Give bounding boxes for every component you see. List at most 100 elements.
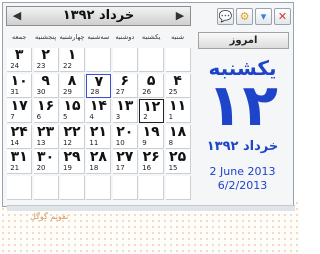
chat-bubble-icon[interactable]: 💬: [217, 8, 234, 25]
gregorian-day-number: 28: [90, 87, 100, 96]
persian-day-number: ۴: [173, 72, 182, 89]
persian-day-number: ۲۳: [37, 123, 55, 140]
calendar-day-cell[interactable]: [165, 175, 191, 200]
persian-day-number: ۶: [120, 72, 130, 89]
persian-day-number: ۱۴: [89, 98, 107, 114]
calendar-day-cell[interactable]: ۱۴ 4: [86, 98, 112, 123]
next-month-arrow-icon[interactable]: ▶: [173, 9, 187, 23]
persian-day-number: ۵: [146, 72, 156, 89]
calendar-day-cell[interactable]: ۲۱ 11: [86, 123, 112, 149]
calendar-week-row: ۱۸ 8 ۱۹ 9 ۲۰ 10 ۲۱ 11 ۲۲ 12 ۲۳ 13 ۲۴ 14: [6, 123, 191, 150]
persian-day-number: ۱۱: [169, 98, 187, 114]
chevron-down-icon[interactable]: ▾: [255, 8, 272, 25]
calendar-day-cell[interactable]: ۱۲ 2: [139, 99, 165, 123]
weekday-label: شنبه: [171, 33, 185, 41]
calendar-day-cell[interactable]: ۱۶ 6: [33, 99, 59, 123]
calendar-day-cell[interactable]: ۳ 24: [7, 47, 33, 72]
weekday-label: سه‌شنبه: [87, 33, 110, 41]
calendar-day-cell[interactable]: ۲۶ 16: [139, 150, 165, 174]
background-text: تقویم گوگل: [30, 212, 69, 221]
calendar-day-cell[interactable]: [33, 175, 59, 200]
calendar-day-cell[interactable]: ۲۵ 15: [165, 150, 191, 174]
today-month-year: خرداد ۱۳۹۲: [206, 139, 279, 154]
calendar-day-cell[interactable]: ۹ 30: [33, 73, 59, 98]
persian-day-number: ۲۱: [89, 123, 107, 140]
calendar-day-cell[interactable]: ۱۸ 8: [165, 123, 191, 149]
gregorian-day-number: 4: [89, 113, 94, 121]
weekday-label: دوشنبه: [115, 33, 135, 41]
close-icon[interactable]: ✕: [274, 8, 291, 25]
persian-day-number: ۲۰: [116, 123, 134, 140]
gregorian-day-number: 26: [142, 87, 152, 96]
month-title: خرداد ۱۳۹۲: [62, 8, 135, 23]
calendar-day-cell[interactable]: [139, 48, 165, 72]
gregorian-date: 2 June 2013: [209, 165, 276, 178]
calendar-day-cell[interactable]: ۲۲ 12: [60, 123, 85, 149]
persian-day-number: ۲۸: [89, 149, 107, 165]
calendar-day-cell[interactable]: ۳۱ 21: [7, 150, 33, 174]
persian-day-number: ۲۷: [116, 149, 134, 165]
gregorian-day-number: 15: [168, 164, 178, 172]
calendar-day-cell[interactable]: ۲ 23: [33, 48, 59, 72]
calendar-day-cell[interactable]: ۱۱ 1: [165, 98, 191, 123]
calendar-day-cell[interactable]: ۳۰ 20: [33, 150, 59, 174]
gregorian-day-number: 6: [36, 113, 42, 121]
gregorian-day-number: 14: [10, 138, 20, 147]
calendar-day-cell[interactable]: [7, 175, 33, 200]
gregorian-day-number: 18: [89, 164, 99, 172]
persian-day-number: ۱۵: [63, 98, 81, 114]
calendar-day-cell[interactable]: [165, 48, 191, 72]
calendar-day-cell[interactable]: ۱ 22: [60, 48, 85, 72]
gregorian-day-number: 1: [168, 113, 174, 121]
calendar-day-cell[interactable]: ۱۵ 5: [60, 99, 85, 123]
calendar-day-cell[interactable]: [86, 48, 112, 72]
calendar-day-cell[interactable]: ۱۳ 3: [112, 98, 138, 123]
calendar-day-cell[interactable]: ۸ 29: [60, 73, 85, 98]
calendar-day-cell[interactable]: ۶ 27: [112, 72, 138, 98]
persian-day-number: ۲۲: [63, 123, 81, 140]
gregorian-day-number: 3: [115, 113, 121, 121]
gregorian-day-number: 5: [63, 113, 68, 121]
gregorian-day-number: 29: [63, 87, 72, 96]
calendar-day-cell[interactable]: ۱۷ 7: [7, 98, 33, 123]
gregorian-day-number: 31: [10, 87, 20, 96]
gear-icon[interactable]: ⚙: [236, 8, 253, 25]
persian-day-number: ۱۹: [142, 123, 160, 140]
calendar-day-cell[interactable]: ۲۴ 14: [7, 123, 33, 149]
gregorian-day-number: 23: [36, 62, 46, 70]
calendar-day-cell[interactable]: ۲۷ 17: [112, 149, 138, 174]
calendar-day-cell[interactable]: ۱۹ 9: [139, 123, 165, 149]
calendar-day-cell[interactable]: [139, 175, 165, 200]
persian-day-number: ۱۸: [169, 123, 187, 140]
weekday-label: چهارشنبه: [59, 33, 85, 41]
calendar-day-cell[interactable]: ۲۰ 10: [112, 123, 138, 149]
calendar-day-cell[interactable]: ۷ 28: [86, 73, 112, 98]
calendar-day-cell[interactable]: ۲۳ 13: [33, 123, 59, 149]
today-button[interactable]: امروز: [198, 32, 289, 49]
gregorian-day-number: 2: [143, 113, 148, 121]
previous-month-arrow-icon[interactable]: ◀: [10, 9, 24, 23]
gregorian-day-number: 9: [142, 138, 147, 147]
persian-day-number: ۲۹: [63, 149, 81, 165]
persian-day-number: ۳: [14, 47, 24, 63]
calendar-day-cell[interactable]: ۵ 26: [139, 72, 165, 98]
calendar-day-cell[interactable]: [60, 175, 85, 200]
horizontal-scrollbar[interactable]: [7, 205, 295, 211]
calendar-day-cell[interactable]: ۲۹ 19: [60, 150, 85, 174]
gregorian-day-number: 12: [63, 138, 72, 147]
gregorian-day-number: 25: [168, 87, 178, 96]
gregorian-day-number: 21: [10, 164, 20, 172]
calendar-day-cell[interactable]: ۴ 25: [165, 72, 191, 98]
persian-day-number: ۲۴: [10, 123, 28, 140]
calendar-day-cell[interactable]: [86, 175, 112, 200]
calendar-day-cell[interactable]: ۱۰ 31: [7, 73, 33, 98]
weekday-label: جمعه: [11, 33, 27, 41]
calendar-day-cell[interactable]: [112, 48, 138, 72]
persian-day-number: ۱۳: [116, 98, 134, 114]
short-date: 6/2/2013: [217, 179, 268, 192]
persian-day-number: ۱۷: [10, 98, 28, 114]
calendar-day-cell[interactable]: ۲۸ 18: [86, 149, 112, 174]
gregorian-day-number: 19: [63, 164, 72, 172]
calendar-day-cell[interactable]: [112, 175, 138, 200]
calendar-header: ◀ خرداد ۱۳۹۲ ▶: [6, 6, 191, 26]
